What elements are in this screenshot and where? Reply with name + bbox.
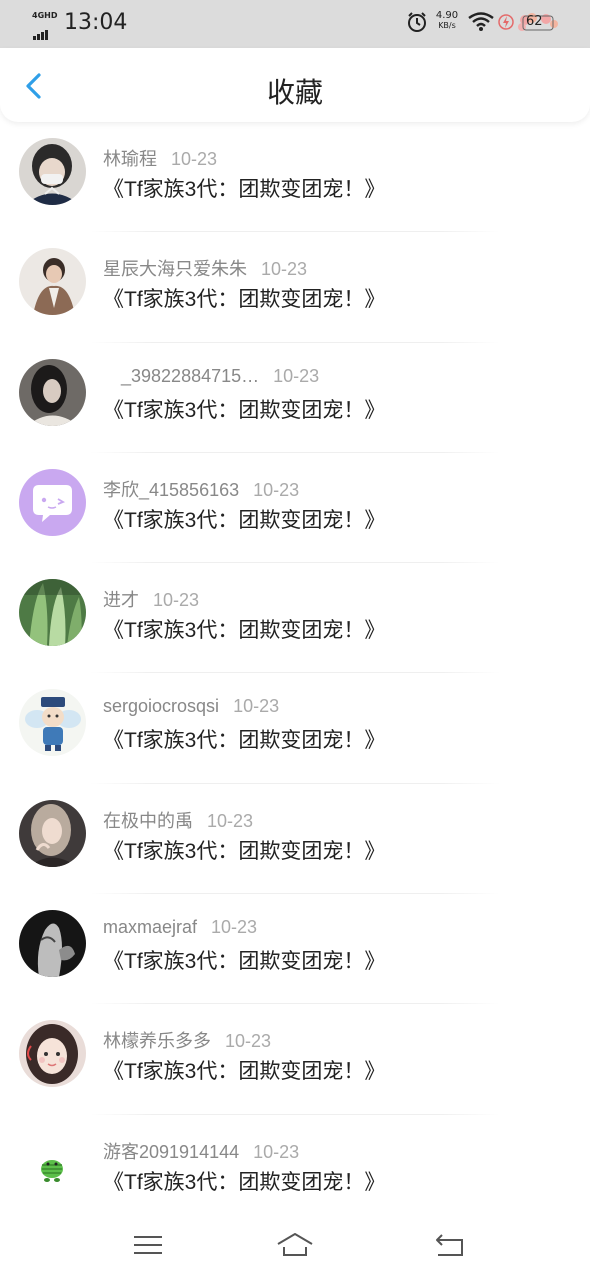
date: 10-23 xyxy=(273,365,320,386)
avatar[interactable] xyxy=(19,579,86,647)
item-title[interactable]: 《Tf家族3代：团欺变团宠！》 xyxy=(103,173,385,203)
item-meta: 林瑜程 10-23 xyxy=(103,145,217,171)
battery-icon xyxy=(518,13,558,31)
avatar[interactable] xyxy=(19,138,86,205)
item-title[interactable]: 《Tf家族3代：团欺变团宠！》 xyxy=(103,835,385,865)
list-item[interactable]: 林瑜程 10-23 《Tf家族3代：团欺变团宠！》 xyxy=(0,122,590,233)
date: 10-23 xyxy=(171,149,218,169)
wifi-icon xyxy=(468,12,494,31)
item-title[interactable]: 《Tf家族3代：团欺变团宠！》 xyxy=(103,394,385,424)
username[interactable]: 林瑜程 xyxy=(103,149,157,169)
home-icon[interactable] xyxy=(275,1230,315,1260)
network-type: 4GHD xyxy=(32,11,58,20)
list-item[interactable]: _39822884715… 10-23 《Tf家族3代：团欺变团宠！》 xyxy=(0,343,590,454)
item-meta: 星辰大海只爱朱朱 10-23 xyxy=(103,255,307,281)
cartoon-avatar[interactable] xyxy=(19,1130,86,1198)
avatar[interactable] xyxy=(19,910,86,978)
list-item[interactable]: 李欣_415856163 10-23 《Tf家族3代：团欺变团宠！》 xyxy=(0,453,590,564)
item-title[interactable]: 《Tf家族3代：团欺变团宠！》 xyxy=(103,504,385,534)
list-item[interactable]: 游客2091914144 10-23 《Tf家族3代：团欺变团宠！》 xyxy=(0,1115,590,1225)
list-item[interactable]: maxmaejraf 10-23 《Tf家族3代：团欺变团宠！》 xyxy=(0,894,590,1005)
username[interactable]: sergoiocrosqsi xyxy=(103,696,219,716)
date: 10-23 xyxy=(253,479,300,500)
list-item[interactable]: 在极中的禹 10-23 《Tf家族3代：团欺变团宠！》 xyxy=(0,784,590,895)
avatar[interactable] xyxy=(19,358,86,426)
list-item[interactable]: sergoiocrosqsi 10-23 《Tf家族3代：团欺变团宠！》 xyxy=(0,673,590,785)
avatar[interactable] xyxy=(19,1020,86,1088)
item-meta: _39822884715… 10-23 xyxy=(103,366,319,387)
item-meta: sergoiocrosqsi 10-23 xyxy=(103,696,279,717)
back-icon[interactable] xyxy=(430,1230,470,1260)
date: 10-23 xyxy=(211,917,258,938)
status-bar: 4GHD 13:04 4.90 KB/s 62 xyxy=(0,0,590,48)
network-speed: 4.90 KB/s xyxy=(432,11,462,31)
item-meta: 在极中的禹 10-23 xyxy=(103,807,253,833)
username[interactable]: 进才 xyxy=(103,590,139,610)
item-meta: maxmaejraf 10-23 xyxy=(103,917,257,938)
signal-icon: 4GHD xyxy=(32,11,60,40)
page-title: 收藏 xyxy=(266,77,323,108)
username[interactable]: 星辰大海只爱朱朱 xyxy=(103,259,247,279)
username[interactable]: 林檬养乐多多 xyxy=(103,1031,211,1051)
username[interactable]: 在极中的禹 xyxy=(103,811,193,831)
menu-icon[interactable] xyxy=(128,1230,168,1260)
cartoon-avatar[interactable] xyxy=(19,689,86,757)
system-nav-bar xyxy=(0,1212,590,1280)
avatar[interactable] xyxy=(19,799,86,867)
username[interactable]: 李欣_415856163 xyxy=(103,480,239,500)
date: 10-23 xyxy=(225,1031,272,1052)
item-title[interactable]: 《Tf家族3代：团欺变团宠！》 xyxy=(103,283,385,313)
item-meta: 林檬养乐多多 10-23 xyxy=(103,1027,271,1053)
item-title[interactable]: 《Tf家族3代：团欺变团宠！》 xyxy=(103,1166,385,1196)
item-title[interactable]: 《Tf家族3代：团欺变团宠！》 xyxy=(103,945,385,975)
username[interactable]: _39822884715… xyxy=(103,366,259,386)
speed-value: 4.90 xyxy=(435,10,459,21)
favorites-list: 林瑜程 10-23 《Tf家族3代：团欺变团宠！》 星辰大海只爱朱朱 10-23 《… xyxy=(0,122,590,1225)
item-meta: 游客2091914144 10-23 xyxy=(103,1138,299,1164)
date: 10-23 xyxy=(253,1141,300,1162)
date: 10-23 xyxy=(153,590,200,611)
list-item[interactable]: 进才 10-23 《Tf家族3代：团欺变团宠！》 xyxy=(0,563,590,674)
item-meta: 李欣_415856163 10-23 xyxy=(103,476,299,502)
date: 10-23 xyxy=(261,259,308,280)
alarm-icon xyxy=(408,12,426,32)
date: 10-23 xyxy=(233,696,280,717)
username[interactable]: 游客2091914144 xyxy=(103,1142,239,1162)
item-title[interactable]: 《Tf家族3代：团欺变团宠！》 xyxy=(103,614,385,644)
speed-unit: KB/s xyxy=(438,21,456,30)
charging-icon xyxy=(498,14,514,30)
header: 收藏 xyxy=(0,48,590,122)
item-meta: 进才 10-23 xyxy=(103,586,199,612)
item-title[interactable]: 《Tf家族3代：团欺变团宠！》 xyxy=(103,724,385,754)
item-title[interactable]: 《Tf家族3代：团欺变团宠！》 xyxy=(103,1055,385,1085)
username[interactable]: maxmaejraf xyxy=(103,917,197,937)
default-chat-avatar[interactable] xyxy=(19,468,86,536)
avatar[interactable] xyxy=(19,248,86,316)
list-item[interactable]: 林檬养乐多多 10-23 《Tf家族3代：团欺变团宠！》 xyxy=(0,1004,590,1115)
clock: 13:04 xyxy=(64,10,128,35)
date: 10-23 xyxy=(207,810,254,831)
list-item[interactable]: 星辰大海只爱朱朱 10-23 《Tf家族3代：团欺变团宠！》 xyxy=(0,232,590,343)
